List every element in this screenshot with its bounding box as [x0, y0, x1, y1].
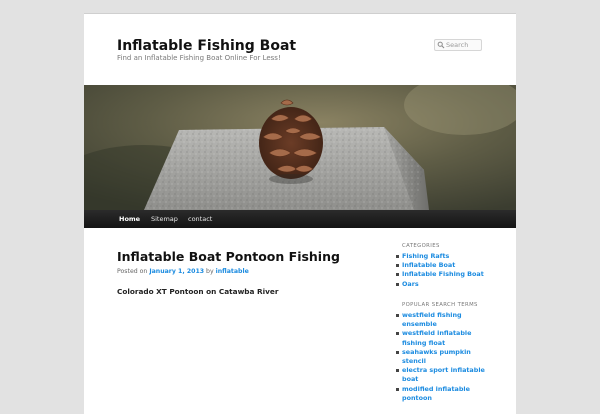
post-meta: Posted on January 1, 2013 by inflatable	[117, 268, 249, 275]
search-icon	[437, 41, 445, 49]
popular-search-title: POPULAR SEARCH TERMS	[402, 302, 478, 308]
nav-sitemap[interactable]: Sitemap	[151, 210, 178, 228]
post-date-link[interactable]: January 1, 2013	[149, 268, 204, 275]
search-term-item: westfield fishing ensemble	[396, 311, 492, 329]
search-term-item: modified inflatable pontoon	[396, 385, 492, 403]
header-image	[84, 85, 516, 210]
site-title[interactable]: Inflatable Fishing Boat	[117, 38, 296, 54]
search-term-item: electra sport inflatable boat	[396, 366, 492, 384]
search-term-item: westfield inflatable fishing float	[396, 329, 492, 347]
search-term-link[interactable]: seahawks pumpkin stencil	[402, 348, 471, 365]
search-input[interactable]	[446, 40, 480, 50]
category-link[interactable]: Inflatable Boat	[402, 261, 455, 269]
category-item: Oars	[396, 280, 492, 289]
nav-home[interactable]: Home	[119, 210, 140, 228]
categories-title: CATEGORIES	[402, 243, 440, 249]
main-nav: Home Sitemap contact	[84, 210, 516, 228]
search-term-link[interactable]: modified inflatable pontoon	[402, 385, 470, 402]
site-description: Find an Inflatable Fishing Boat Online F…	[117, 54, 281, 62]
post-meta-prefix: Posted on	[117, 268, 148, 275]
category-item: Inflatable Fishing Boat	[396, 270, 492, 279]
search-term-link[interactable]: westfield inflatable fishing float	[402, 329, 471, 346]
category-item: Fishing Rafts	[396, 252, 492, 261]
search-term-link[interactable]: westfield fishing ensemble	[402, 311, 462, 328]
post-meta-by: by	[206, 268, 214, 275]
search-box[interactable]	[434, 39, 482, 51]
post-title[interactable]: Inflatable Boat Pontoon Fishing	[117, 249, 340, 264]
popular-search-list: westfield fishing ensemble westfield inf…	[394, 311, 492, 403]
post-content: Colorado XT Pontoon on Catawba River	[117, 287, 279, 296]
category-link[interactable]: Fishing Rafts	[402, 252, 449, 260]
post-author-link[interactable]: inflatable	[216, 268, 249, 275]
categories-list: Fishing Rafts Inflatable Boat Inflatable…	[394, 252, 492, 289]
search-term-link[interactable]: electra sport inflatable boat	[402, 366, 485, 383]
search-term-item: seahawks pumpkin stencil	[396, 348, 492, 366]
category-link[interactable]: Inflatable Fishing Boat	[402, 270, 484, 278]
category-link[interactable]: Oars	[402, 280, 419, 288]
category-item: Inflatable Boat	[396, 261, 492, 270]
nav-contact[interactable]: contact	[188, 210, 212, 228]
page-container: Inflatable Fishing Boat Find an Inflatab…	[84, 13, 516, 414]
